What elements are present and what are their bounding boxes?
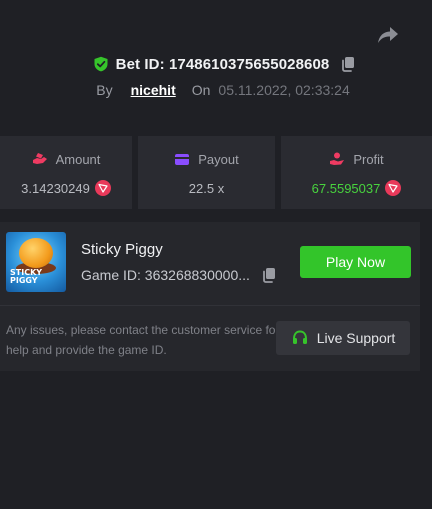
live-support-button[interactable]: Live Support bbox=[276, 321, 410, 355]
bet-id: Bet ID: 1748610375655028608 bbox=[115, 55, 330, 73]
copy-game-id-icon[interactable] bbox=[260, 266, 278, 284]
profit-hand-icon bbox=[329, 152, 345, 166]
shield-check-icon bbox=[93, 56, 109, 72]
stat-payout: Payout 22.5 x bbox=[138, 136, 275, 209]
share-icon[interactable] bbox=[376, 24, 400, 46]
by-label: By bbox=[96, 82, 113, 98]
thumbnail-logo: STICKY PIGGY bbox=[10, 268, 43, 285]
trx-coin-icon bbox=[94, 180, 111, 196]
game-id-row: Game ID: 363268830000... bbox=[81, 266, 278, 284]
game-title: Sticky Piggy bbox=[81, 241, 163, 258]
play-now-button[interactable]: Play Now bbox=[300, 246, 411, 278]
bet-stats: Amount 3.14230249 Payout 22.5 x Profit 6… bbox=[0, 136, 432, 209]
stat-profit-value: 67.5595037 bbox=[311, 180, 381, 196]
game-thumbnail[interactable]: STICKY PIGGY bbox=[6, 232, 66, 292]
stat-amount: Amount 3.14230249 bbox=[0, 136, 132, 209]
trx-coin-icon bbox=[385, 180, 402, 196]
stat-amount-label: Amount bbox=[55, 151, 101, 167]
copy-bet-id-icon[interactable] bbox=[339, 55, 357, 73]
bet-details-page: Bet ID: 1748610375655028608 By nicehit O… bbox=[0, 0, 432, 509]
stat-profit-label: Profit bbox=[353, 151, 384, 167]
bet-meta-row: By nicehit On 05.11.2022, 02:33:24 bbox=[0, 81, 432, 99]
bet-id-row: Bet ID: 1748610375655028608 bbox=[0, 54, 432, 74]
stat-profit: Profit 67.5595037 bbox=[281, 136, 432, 209]
live-support-label: Live Support bbox=[316, 330, 396, 346]
stat-amount-value: 3.14230249 bbox=[21, 180, 90, 196]
piggy-art bbox=[19, 238, 53, 268]
stat-payout-value: 22.5 x bbox=[188, 180, 225, 196]
bet-datetime: 05.11.2022, 02:33:24 bbox=[218, 82, 350, 98]
headset-icon bbox=[291, 329, 309, 347]
on-label: On bbox=[191, 82, 211, 98]
game-card-divider bbox=[0, 305, 420, 306]
stat-payout-label: Payout bbox=[198, 151, 239, 167]
username-link[interactable]: nicehit bbox=[131, 82, 176, 98]
support-help-text: Any issues, please contact the customer … bbox=[6, 323, 280, 357]
wallet-card-icon bbox=[174, 152, 190, 166]
game-id: Game ID: 363268830000... bbox=[81, 267, 250, 283]
money-hand-icon bbox=[32, 152, 48, 166]
